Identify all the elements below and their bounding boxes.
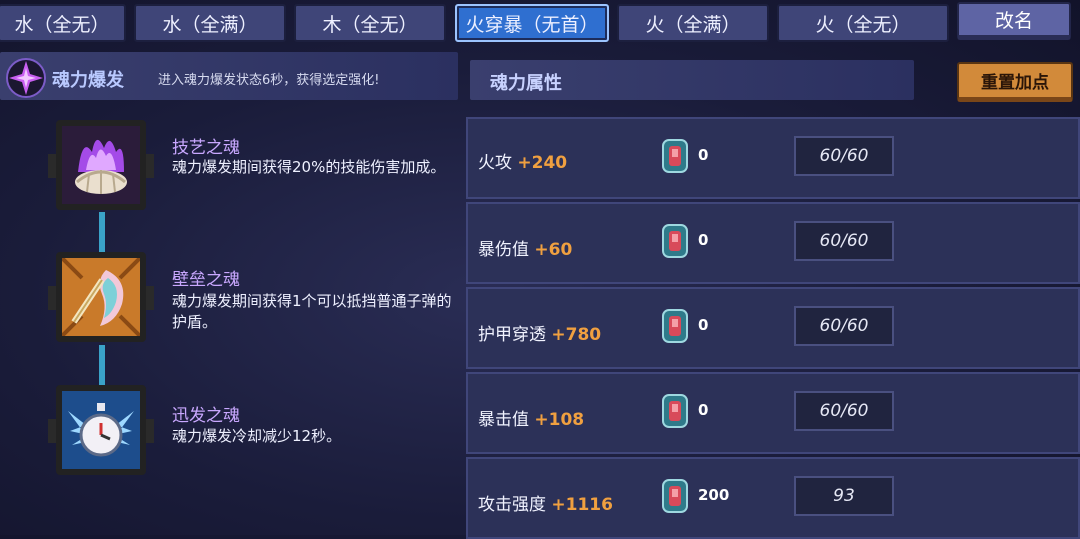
attribute-label: 攻击强度 +1116 <box>478 490 613 515</box>
attribute-value-box[interactable]: 60/60 <box>794 221 894 261</box>
gem-count: 0 <box>698 316 709 334</box>
tab-water-empty[interactable]: 水（全无） <box>0 4 126 42</box>
tab-label: 水（全满） <box>162 13 258 36</box>
soul-burst-icon <box>6 58 46 98</box>
shield-icon[interactable] <box>48 252 154 342</box>
attribute-name: 暴伤值 <box>478 240 529 260</box>
skill-connector <box>99 212 105 252</box>
tab-label: 水（全无） <box>14 13 110 36</box>
skill-name: 迅发之魂 <box>172 406 240 426</box>
attribute-bonus: +780 <box>551 325 602 345</box>
attribute-label: 护甲穿透 +780 <box>478 320 601 345</box>
reset-points-button[interactable]: 重置加点 <box>957 62 1073 102</box>
skill-description: 魂力爆发冷却减少12秒。 <box>172 427 342 445</box>
purple-flame-shell-icon[interactable] <box>48 120 154 210</box>
gem-count: 0 <box>698 401 709 419</box>
skill-name: 技艺之魂 <box>172 138 240 158</box>
attribute-value-box[interactable]: 60/60 <box>794 306 894 346</box>
attribute-name: 火攻 <box>478 153 512 173</box>
soul-burst-description: 进入魂力爆发状态6秒，获得选定强化! <box>158 73 380 88</box>
soul-burst-title: 魂力爆发 <box>52 70 124 91</box>
skill-description: 魂力爆发期间获得1个可以抵挡普通子弹的护盾。 <box>172 292 452 331</box>
tab-label: 火穿暴（无首） <box>465 13 599 36</box>
attribute-name: 暴击值 <box>478 410 529 430</box>
attribute-label: 暴击值 +108 <box>478 405 584 430</box>
soul-attributes-title: 魂力属性 <box>490 73 562 94</box>
skill-description: 魂力爆发期间获得20%的技能伤害加成。 <box>172 158 446 176</box>
loadout-tabs: 水（全无） 水（全满） 木（全无） 火穿暴（无首） 火（全满） 火（全无） <box>0 0 1080 46</box>
tab-water-full[interactable]: 水（全满） <box>134 4 286 42</box>
soul-gem-icon <box>660 138 690 174</box>
tab-label: 木（全无） <box>322 13 418 36</box>
attribute-name: 攻击强度 <box>478 495 546 515</box>
soul-gem-icon <box>660 393 690 429</box>
gem-count: 200 <box>698 486 730 504</box>
tab-fire-full[interactable]: 火（全满） <box>617 4 769 42</box>
tab-label: 火（全无） <box>815 13 911 36</box>
tab-fire-empty[interactable]: 火（全无） <box>777 4 949 42</box>
tab-fire-pierce-crit[interactable]: 火穿暴（无首） <box>455 4 609 42</box>
attribute-bonus: +240 <box>517 153 568 173</box>
attribute-bonus: +1116 <box>551 495 613 515</box>
winged-stopwatch-icon[interactable] <box>48 385 154 475</box>
attribute-value-box[interactable]: 93 <box>794 476 894 516</box>
tab-wood-empty[interactable]: 木（全无） <box>294 4 446 42</box>
rename-button[interactable]: 改名 <box>957 2 1071 40</box>
attribute-value-box[interactable]: 60/60 <box>794 136 894 176</box>
soul-gem-icon <box>660 223 690 259</box>
gem-count: 0 <box>698 146 709 164</box>
attribute-bonus: +108 <box>534 410 585 430</box>
attribute-value-box[interactable]: 60/60 <box>794 391 894 431</box>
attribute-bonus: +60 <box>534 240 573 260</box>
attribute-label: 火攻 +240 <box>478 148 567 173</box>
skill-name: 壁垒之魂 <box>172 270 240 290</box>
soul-gem-icon <box>660 478 690 514</box>
gem-count: 0 <box>698 231 709 249</box>
soul-gem-icon <box>660 308 690 344</box>
attribute-name: 护甲穿透 <box>478 325 546 345</box>
skill-connector <box>99 345 105 385</box>
attribute-label: 暴伤值 +60 <box>478 235 572 260</box>
tab-label: 火（全满） <box>645 13 741 36</box>
